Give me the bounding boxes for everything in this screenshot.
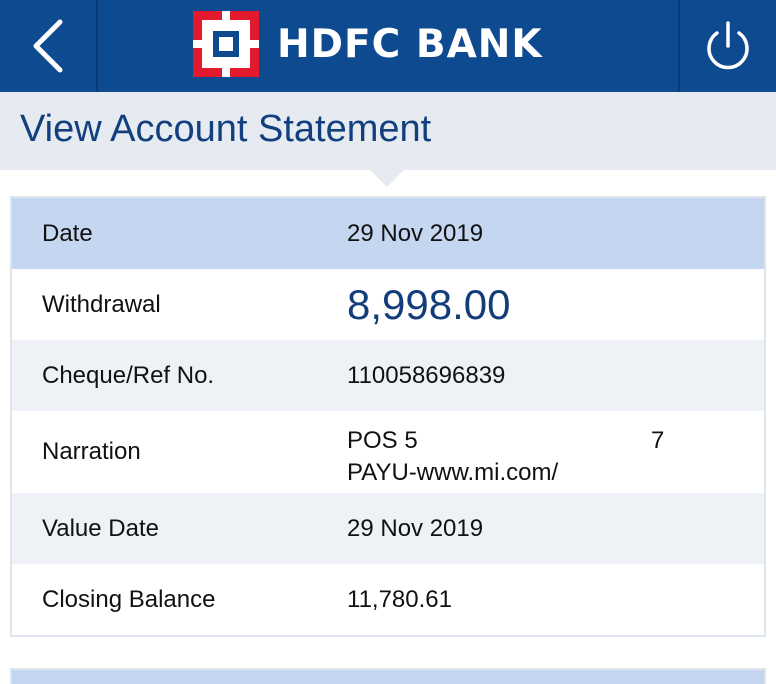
hdfc-logo-icon bbox=[193, 11, 259, 77]
table-row: Date 29 Nov 2019 bbox=[12, 198, 764, 269]
narration-text-part-1: POS 5 bbox=[347, 427, 418, 454]
table-row: Value Date 29 Nov 2019 bbox=[12, 493, 764, 564]
app-screen: HDFC BANK View Account Statement Date 29… bbox=[0, 0, 776, 684]
cheque-ref-label: Cheque/Ref No. bbox=[42, 361, 215, 389]
table-row: Narration POS 5 7 PAYU-www.mi.com/ bbox=[12, 411, 764, 493]
withdrawal-amount: 8,998.00 bbox=[347, 280, 511, 328]
top-app-bar: HDFC BANK bbox=[0, 0, 776, 92]
back-button[interactable] bbox=[0, 0, 98, 92]
date-value: 29 Nov 2019 bbox=[347, 219, 484, 247]
withdrawal-label: Withdrawal bbox=[42, 290, 161, 318]
next-statement-card[interactable] bbox=[10, 668, 766, 684]
closing-balance-value: 11,780.61 bbox=[347, 585, 452, 613]
cheque-ref-value: 110058696839 bbox=[347, 361, 506, 389]
closing-balance-label: Closing Balance bbox=[42, 585, 216, 613]
narration-text-part-2: 7 bbox=[651, 427, 665, 454]
logout-button[interactable] bbox=[678, 0, 776, 92]
chevron-left-icon bbox=[33, 19, 63, 73]
statement-details: Date 29 Nov 2019 Withdrawal 8,998.00 Che… bbox=[10, 196, 766, 637]
power-icon bbox=[707, 21, 749, 70]
title-pointer bbox=[370, 170, 404, 187]
brand-name: HDFC BANK bbox=[277, 21, 543, 67]
narration-text-part-3: PAYU-www.mi.com/ bbox=[347, 459, 559, 486]
date-label: Date bbox=[42, 219, 93, 247]
value-date-label: Value Date bbox=[42, 514, 159, 542]
page-title: View Account Statement bbox=[20, 108, 432, 150]
table-row: Withdrawal 8,998.00 bbox=[12, 269, 764, 340]
brand: HDFC BANK bbox=[193, 10, 543, 78]
narration-value: POS 5 7 PAYU-www.mi.com/ bbox=[347, 425, 667, 489]
narration-label: Narration bbox=[42, 438, 141, 465]
table-row: Cheque/Ref No. 110058696839 bbox=[12, 340, 764, 411]
title-band: View Account Statement bbox=[0, 92, 776, 170]
value-date-value: 29 Nov 2019 bbox=[347, 514, 484, 542]
table-row: Closing Balance 11,780.61 bbox=[12, 564, 764, 635]
